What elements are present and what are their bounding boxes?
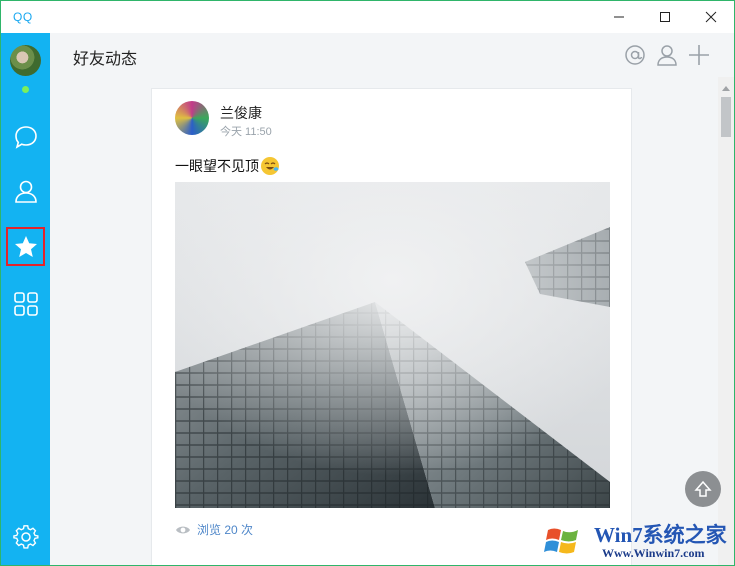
person-icon <box>14 180 37 203</box>
view-count-text: 浏览 20 次 <box>197 523 254 537</box>
maximize-button[interactable] <box>642 1 688 33</box>
feed-list[interactable]: 兰俊康 今天 11:50 一眼望不见顶 浏览 20 次 <box>50 77 718 565</box>
minimize-icon <box>614 16 624 18</box>
sidebar-settings[interactable] <box>10 521 41 552</box>
page-title: 好友动态 <box>73 51 138 68</box>
at-icon <box>625 45 645 65</box>
grid-icon <box>13 291 38 316</box>
user-avatar[interactable] <box>10 45 41 76</box>
qq-window: QQ 好友动态 兰俊康 今天 11:50 一眼望不见顶 浏览 20 次 Win7… <box>0 0 735 566</box>
plus-icon <box>689 45 709 65</box>
sidebar <box>1 33 50 565</box>
scrollbar-thumb[interactable] <box>721 97 731 137</box>
laughing-emoji-icon <box>261 157 279 175</box>
watermark-title: Win7系统之家 <box>594 523 727 547</box>
arrow-up-icon <box>694 480 712 497</box>
app-title: QQ <box>13 10 33 24</box>
post-text: 一眼望不见顶 <box>175 158 259 174</box>
title-bar[interactable]: QQ <box>1 1 734 33</box>
close-button[interactable] <box>688 1 734 33</box>
sidebar-item-favorites[interactable] <box>6 227 45 266</box>
post-author-avatar[interactable] <box>175 101 209 135</box>
post-time: 今天 11:50 <box>220 126 272 138</box>
scroll-up-arrow-icon <box>722 86 730 91</box>
view-count: 浏览 20 次 <box>175 521 253 538</box>
person-icon <box>657 45 677 66</box>
sidebar-item-apps[interactable] <box>10 288 41 319</box>
post-author[interactable]: 兰俊康 <box>220 103 262 123</box>
mentions-button[interactable] <box>622 42 648 68</box>
sidebar-item-messages[interactable] <box>10 121 41 152</box>
new-post-button[interactable] <box>686 42 712 68</box>
close-icon <box>705 11 717 23</box>
chat-bubble-icon <box>14 125 37 149</box>
watermark-url: Www.Winwin7.com <box>602 546 705 560</box>
post-photo[interactable] <box>175 182 610 508</box>
maximize-icon <box>660 12 670 22</box>
star-icon <box>14 235 37 257</box>
post-card: 兰俊康 今天 11:50 一眼望不见顶 浏览 20 次 <box>151 88 632 565</box>
back-to-top-button[interactable] <box>685 471 721 507</box>
windows-logo-icon <box>541 519 585 563</box>
eye-icon <box>176 526 190 533</box>
minimize-button[interactable] <box>596 1 642 33</box>
sidebar-item-contacts[interactable] <box>10 175 41 206</box>
online-status-icon <box>22 86 29 93</box>
friend-updates-button[interactable] <box>654 42 680 68</box>
feed-header: 好友动态 <box>50 33 734 77</box>
post-content: 一眼望不见顶 <box>175 156 279 176</box>
gear-icon <box>12 524 39 549</box>
watermark: Win7系统之家 Www.Winwin7.com <box>536 515 734 565</box>
